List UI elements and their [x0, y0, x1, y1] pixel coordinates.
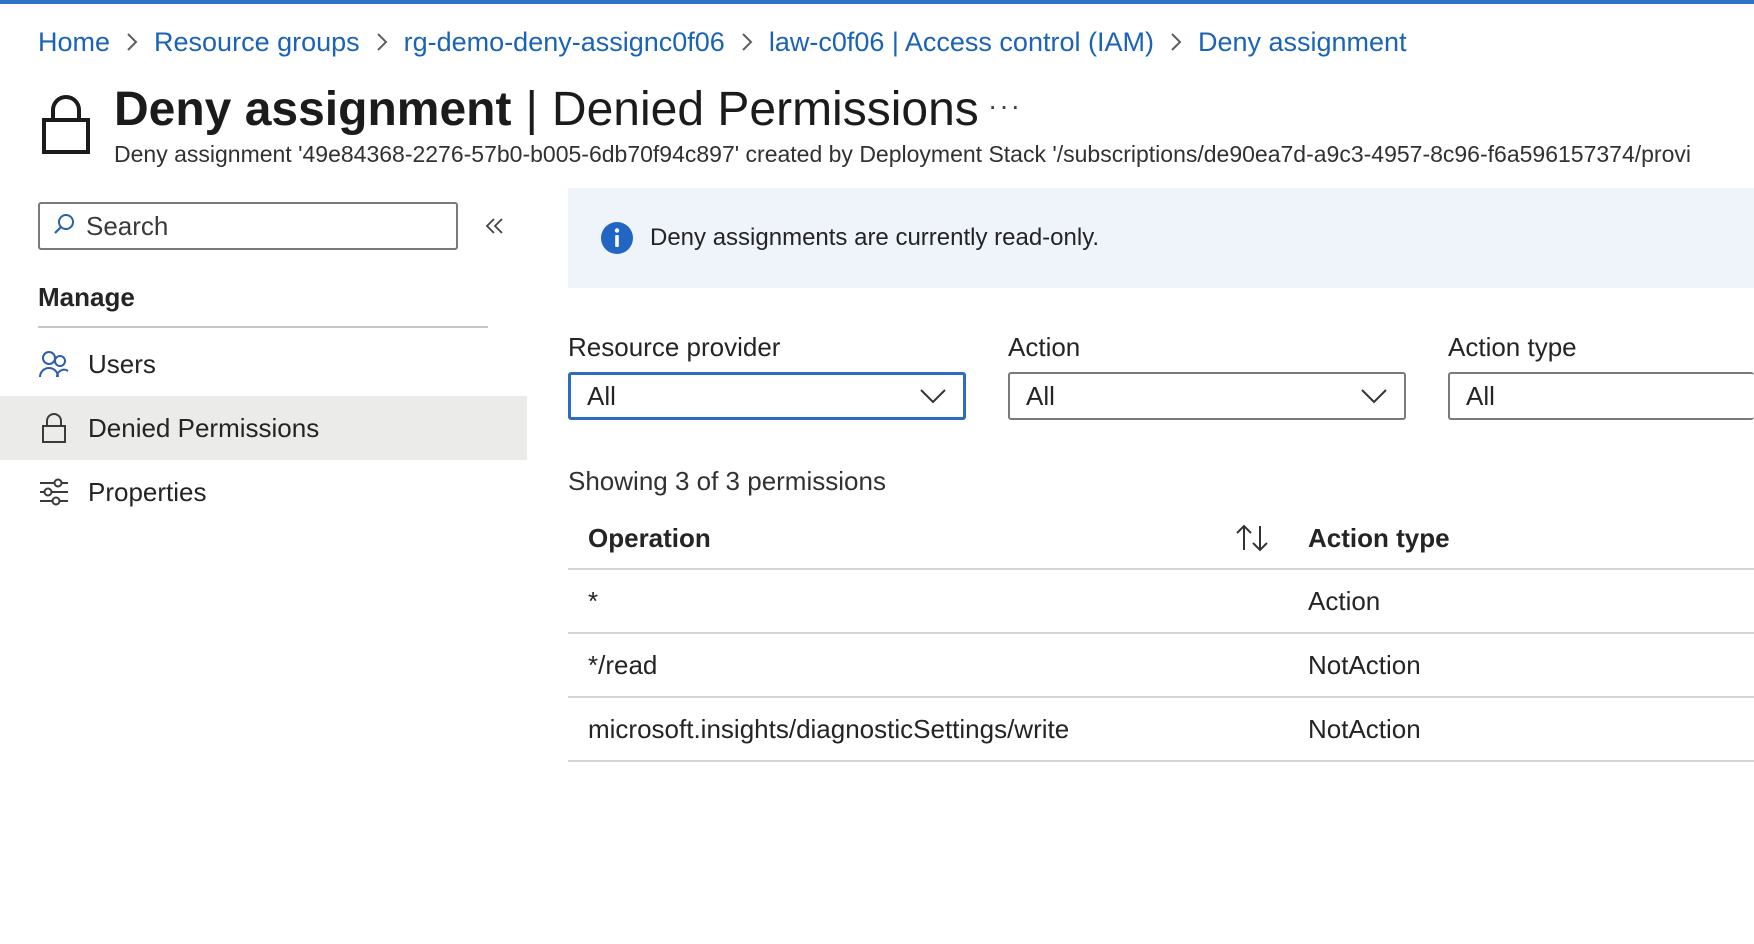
- dropdown-value: All: [1026, 380, 1055, 411]
- sliders-icon: [36, 474, 72, 510]
- column-header-action-type[interactable]: Action type: [1308, 508, 1450, 568]
- info-banner: Deny assignments are currently read-only…: [568, 188, 1754, 288]
- chevron-right-icon: [110, 32, 154, 52]
- cell-operation: microsoft.insights/diagnosticSettings/wr…: [588, 714, 1070, 744]
- search-input[interactable]: [86, 210, 426, 242]
- top-accent-line: [0, 0, 1754, 4]
- breadcrumb-resource-group[interactable]: rg-demo-deny-assignc0f06: [404, 27, 725, 58]
- sidebar-search[interactable]: [38, 202, 458, 250]
- cell-action-type: Action: [1308, 586, 1381, 616]
- info-banner-text: Deny assignments are currently read-only…: [650, 224, 1100, 251]
- column-header-operation[interactable]: Operation: [588, 508, 711, 568]
- chevron-down-icon: [1360, 386, 1388, 406]
- table-row[interactable]: */read NotAction: [568, 634, 1754, 698]
- table-row[interactable]: microsoft.insights/diagnosticSettings/wr…: [568, 698, 1754, 762]
- breadcrumb-home[interactable]: Home: [38, 27, 110, 58]
- dropdown-value: All: [587, 380, 616, 411]
- table-row[interactable]: * Action: [568, 570, 1754, 634]
- sidebar-item-label: Denied Permissions: [88, 412, 320, 443]
- page-title: Deny assignment | Denied Permissions: [114, 78, 979, 140]
- filter-label-resource-provider: Resource provider: [568, 332, 781, 362]
- dropdown-value: All: [1466, 380, 1495, 411]
- sidebar-section-manage: Manage: [38, 282, 135, 312]
- info-icon: [600, 221, 634, 255]
- cell-action-type: NotAction: [1308, 714, 1421, 744]
- sidebar-item-label: Properties: [88, 476, 207, 507]
- page-subtitle: Deny assignment '49e84368-2276-57b0-b005…: [114, 141, 1691, 167]
- sidebar-item-users[interactable]: Users: [0, 332, 527, 396]
- action-type-dropdown[interactable]: All: [1448, 372, 1754, 420]
- chevron-right-icon: [725, 32, 769, 52]
- chevron-right-icon: [1154, 32, 1198, 52]
- lock-icon: [36, 410, 72, 446]
- breadcrumb-deny-assignment[interactable]: Deny assignment: [1198, 27, 1407, 58]
- sort-icon[interactable]: [1234, 522, 1270, 554]
- sidebar-item-label: Users: [88, 348, 156, 379]
- breadcrumb-resource-groups[interactable]: Resource groups: [154, 27, 360, 58]
- sidebar-item-denied-permissions[interactable]: Denied Permissions: [0, 396, 527, 460]
- page-title-blade: Denied Permissions: [551, 82, 979, 136]
- filter-label-action: Action: [1008, 332, 1081, 362]
- users-icon: [36, 346, 72, 382]
- chevron-right-icon: [360, 32, 404, 52]
- collapse-sidebar-icon[interactable]: [480, 210, 510, 242]
- search-icon: [52, 212, 76, 241]
- lock-icon: [40, 94, 92, 154]
- more-options-button[interactable]: ···: [988, 90, 1022, 122]
- cell-action-type: NotAction: [1308, 650, 1421, 680]
- breadcrumb: Home Resource groups rg-demo-deny-assign…: [38, 22, 1407, 62]
- filter-label-action-type: Action type: [1448, 332, 1577, 362]
- breadcrumb-access-control[interactable]: law-c0f06 | Access control (IAM): [769, 27, 1154, 58]
- page-title-resource: Deny assignment: [114, 82, 512, 136]
- chevron-down-icon: [919, 386, 947, 406]
- page-title-separator: |: [525, 82, 538, 136]
- cell-operation: *: [588, 586, 599, 616]
- resource-provider-dropdown[interactable]: All: [568, 372, 966, 420]
- table-header: Operation Action type: [568, 508, 1754, 570]
- sidebar-divider: [38, 326, 488, 328]
- action-dropdown[interactable]: All: [1008, 372, 1406, 420]
- cell-operation: */read: [588, 650, 658, 680]
- results-count: Showing 3 of 3 permissions: [568, 466, 886, 496]
- sidebar-item-properties[interactable]: Properties: [0, 460, 527, 524]
